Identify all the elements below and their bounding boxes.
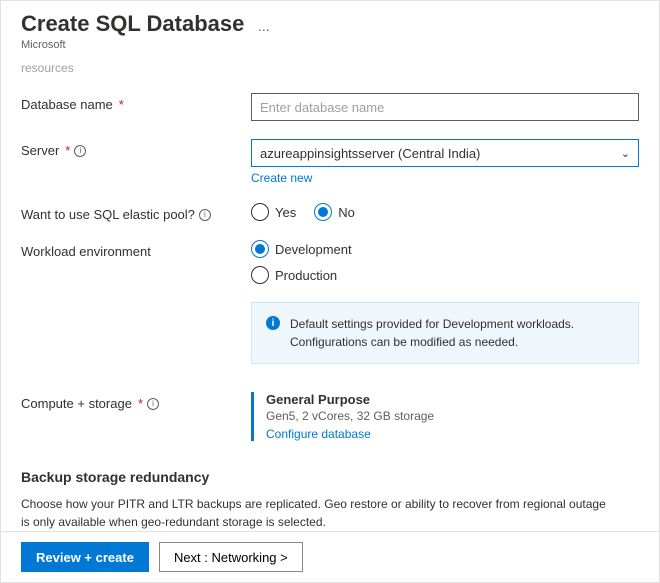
more-button[interactable]: ... (258, 18, 270, 34)
backup-section-description: Choose how your PITR and LTR backups are… (21, 495, 611, 531)
footer-bar: Review + create Next : Networking > (1, 531, 659, 582)
server-select[interactable]: azureappinsightsserver (Central India) ⌄ (251, 139, 639, 167)
workload-info-box: i Default settings provided for Developm… (251, 302, 639, 364)
info-icon[interactable]: i (147, 398, 159, 410)
backup-section-title: Backup storage redundancy (21, 469, 639, 485)
db-name-label: Database name (21, 97, 113, 112)
required-indicator: * (65, 143, 70, 158)
radio-label: No (338, 205, 355, 220)
compute-label: Compute + storage (21, 396, 132, 411)
elastic-pool-label: Want to use SQL elastic pool? (21, 207, 195, 222)
next-networking-button[interactable]: Next : Networking > (159, 542, 303, 572)
compute-details: Gen5, 2 vCores, 32 GB storage (266, 409, 434, 423)
db-name-input[interactable] (251, 93, 639, 121)
info-box-text: Default settings provided for Developmen… (290, 315, 624, 351)
compute-tier: General Purpose (266, 392, 434, 407)
create-new-server-link[interactable]: Create new (251, 171, 312, 185)
info-icon: i (266, 316, 280, 330)
elastic-pool-no-radio[interactable]: No (314, 203, 355, 221)
required-indicator: * (138, 396, 143, 411)
radio-label: Development (275, 242, 352, 257)
radio-label: Production (275, 268, 337, 283)
radio-label: Yes (275, 205, 296, 220)
info-icon[interactable]: i (199, 209, 211, 221)
server-selected-value: azureappinsightsserver (Central India) (260, 146, 480, 161)
workload-prod-radio[interactable]: Production (251, 266, 337, 284)
cutoff-text: resources (21, 61, 639, 75)
review-create-button[interactable]: Review + create (21, 542, 149, 572)
workload-label: Workload environment (21, 244, 151, 259)
elastic-pool-yes-radio[interactable]: Yes (251, 203, 296, 221)
accent-bar (251, 392, 254, 441)
workload-dev-radio[interactable]: Development (251, 240, 352, 258)
configure-database-link[interactable]: Configure database (266, 427, 371, 441)
page-title: Create SQL Database (21, 11, 244, 37)
form-scroll-area: resources Database name * Server * i (1, 55, 659, 531)
info-icon[interactable]: i (74, 145, 86, 157)
required-indicator: * (119, 97, 124, 112)
server-label: Server (21, 143, 59, 158)
vendor-label: Microsoft (21, 39, 639, 51)
chevron-down-icon: ⌄ (621, 147, 630, 160)
